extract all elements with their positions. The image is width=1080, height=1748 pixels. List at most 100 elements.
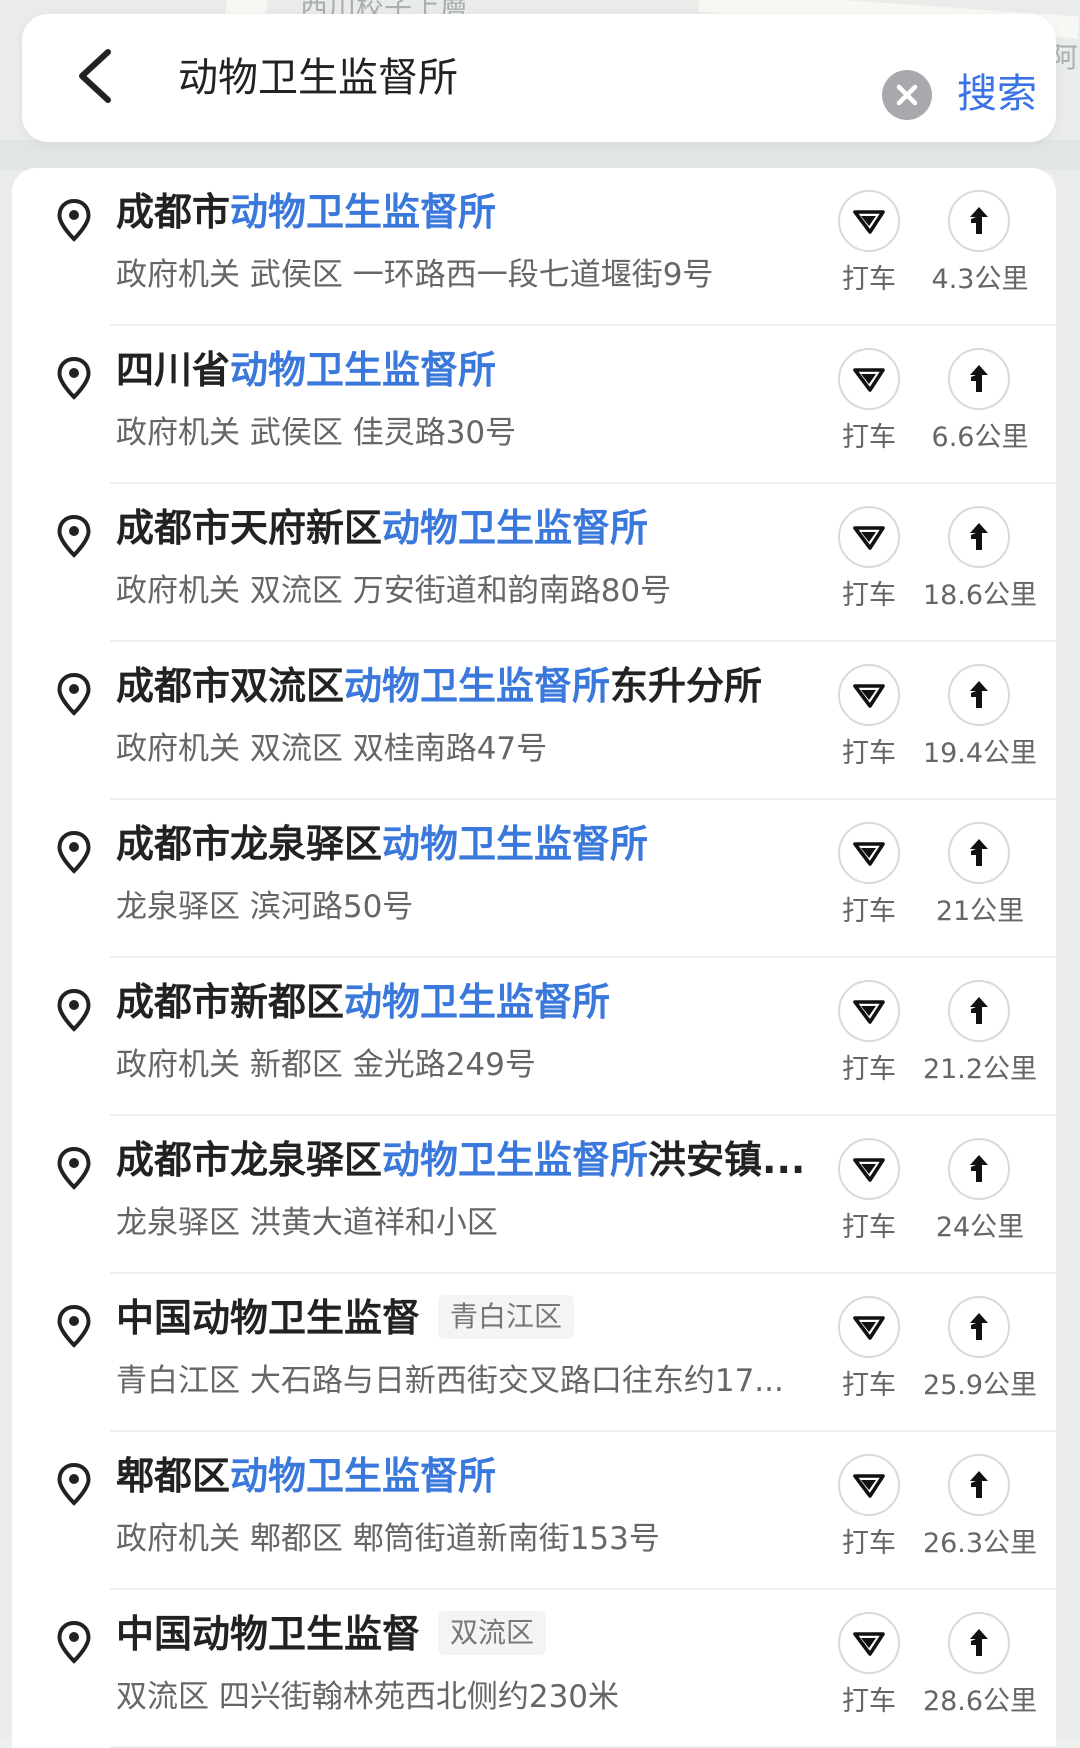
search-input[interactable] (154, 38, 858, 118)
result-row[interactable]: 郫都区动物卫生监督所 政府机关 郫都区 郫筒街道新南街153号 打车 26.3公… (12, 1432, 1056, 1590)
result-title: 成都市龙泉驿区动物卫生监督所洪安镇... (116, 1132, 826, 1188)
result-subtitle: 政府机关 郫都区 郫筒街道新南街153号 (116, 1521, 660, 1557)
result-title: 中国动物卫生监督 双流区 (116, 1606, 826, 1662)
result-subtitle: 政府机关 武侯区 一环路西一段七道堰街9号 (116, 257, 714, 293)
taxi-button[interactable] (838, 506, 900, 568)
result-row[interactable]: 成都市新都区动物卫生监督所 政府机关 新都区 金光路249号 打车 21.2公里 (12, 958, 1056, 1116)
navigate-button[interactable] (948, 664, 1010, 726)
result-title: 成都市新都区动物卫生监督所 (116, 974, 826, 1030)
taxi-icon (853, 1316, 885, 1340)
clear-button[interactable] (882, 70, 932, 120)
navigate-turn-icon (970, 1471, 988, 1498)
taxi-icon (853, 1474, 885, 1498)
distance-label: 21公里 (935, 896, 1025, 927)
result-subtitle: 政府机关 武侯区 佳灵路30号 (116, 415, 517, 451)
result-subtitle: 青白江区 大石路与日新西街交叉路口往东约17... (116, 1363, 784, 1399)
taxi-label: 打车 (842, 422, 896, 453)
result-title-prefix: 郫都区 (116, 1454, 231, 1498)
taxi-label: 打车 (842, 1528, 896, 1559)
taxi-icon (853, 842, 885, 866)
navigate-button[interactable] (948, 506, 1010, 568)
result-title-highlight: 动物卫生监督所 (230, 190, 497, 234)
result-title-prefix: 成都市双流区 (116, 664, 345, 708)
result-row[interactable]: 成都市双流区动物卫生监督所东升分所 政府机关 双流区 双桂南路47号 打车 19… (12, 642, 1056, 800)
result-title-prefix: 成都市龙泉驿区 (116, 822, 383, 866)
result-row[interactable]: 成都市龙泉驿区动物卫生监督所 龙泉驿区 滨河路50号 打车 21公里 (12, 800, 1056, 958)
navigate-turn-icon (970, 207, 988, 234)
taxi-button[interactable] (838, 822, 900, 884)
region-tag: 青白江区 (438, 1294, 575, 1339)
distance-label: 28.6公里 (922, 1686, 1038, 1717)
location-pin-icon (57, 514, 91, 558)
search-bar: 搜索 (22, 14, 1056, 142)
distance-label: 25.9公里 (922, 1370, 1038, 1401)
result-row[interactable]: 成都市龙泉驿区动物卫生监督所洪安镇... 龙泉驿区 洪黄大道祥和小区 打车 24… (12, 1116, 1056, 1274)
distance-label: 18.6公里 (922, 580, 1038, 611)
result-subtitle: 政府机关 新都区 金光路249号 (116, 1047, 536, 1083)
taxi-label: 打车 (842, 264, 896, 295)
taxi-button[interactable] (838, 664, 900, 726)
result-title: 中国动物卫生监督 青白江区 (116, 1290, 826, 1346)
navigate-turn-icon (970, 1629, 988, 1656)
distance-label: 6.6公里 (931, 422, 1029, 453)
navigate-turn-icon (970, 681, 988, 708)
taxi-label: 打车 (842, 1686, 896, 1717)
location-pin-icon (57, 1620, 91, 1664)
taxi-label: 打车 (842, 1212, 896, 1243)
navigate-button[interactable] (948, 1454, 1010, 1516)
results-list: 成都市动物卫生监督所 政府机关 武侯区 一环路西一段七道堰街9号 打车 4.3公… (12, 168, 1056, 1748)
result-title-highlight: 动物卫生监督所 (382, 506, 649, 550)
taxi-button[interactable] (838, 190, 900, 252)
taxi-icon (853, 1000, 885, 1024)
taxi-button[interactable] (838, 1138, 900, 1200)
taxi-label: 打车 (842, 1054, 896, 1085)
taxi-icon (853, 684, 885, 708)
taxi-label: 打车 (842, 896, 896, 927)
result-title-highlight: 动物卫生监督所 (344, 980, 611, 1024)
navigate-button[interactable] (948, 348, 1010, 410)
result-title: 成都市动物卫生监督所 (116, 184, 826, 240)
navigate-button[interactable] (948, 1296, 1010, 1358)
distance-label: 21.2公里 (922, 1054, 1038, 1085)
navigate-button[interactable] (948, 822, 1010, 884)
location-pin-icon (57, 672, 91, 716)
navigate-button[interactable] (948, 190, 1010, 252)
result-subtitle: 政府机关 双流区 万安街道和韵南路80号 (116, 573, 672, 609)
result-title: 成都市天府新区动物卫生监督所 (116, 500, 826, 556)
location-pin-icon (57, 830, 91, 874)
taxi-label: 打车 (842, 1370, 896, 1401)
result-row[interactable]: 四川省动物卫生监督所 政府机关 武侯区 佳灵路30号 打车 6.6公里 (12, 326, 1056, 484)
taxi-button[interactable] (838, 1296, 900, 1358)
result-row[interactable]: 成都市天府新区动物卫生监督所 政府机关 双流区 万安街道和韵南路80号 打车 1… (12, 484, 1056, 642)
result-title: 成都市龙泉驿区动物卫生监督所 (116, 816, 826, 872)
result-title-prefix: 成都市龙泉驿区 (116, 1138, 383, 1182)
taxi-button[interactable] (838, 980, 900, 1042)
navigate-button[interactable] (948, 1138, 1010, 1200)
result-title-highlight: 动物卫生监督所 (344, 664, 611, 708)
navigate-button[interactable] (948, 980, 1010, 1042)
location-pin-icon (57, 1462, 91, 1506)
taxi-button[interactable] (838, 1612, 900, 1674)
clear-x-icon (896, 84, 918, 106)
result-title-prefix: 成都市新都区 (116, 980, 345, 1024)
result-row[interactable]: 成都市动物卫生监督所 政府机关 武侯区 一环路西一段七道堰街9号 打车 4.3公… (12, 168, 1056, 326)
result-title-highlight: 动物卫生监督所 (382, 822, 649, 866)
result-title: 成都市双流区动物卫生监督所东升分所 (116, 658, 826, 714)
location-pin-icon (57, 1304, 91, 1348)
taxi-button[interactable] (838, 1454, 900, 1516)
result-title-prefix: 成都市天府新区 (116, 506, 383, 550)
result-title-prefix: 四川省 (116, 348, 231, 392)
navigate-button[interactable] (948, 1612, 1010, 1674)
result-row[interactable]: 中国动物卫生监督 双流区 双流区 四兴街翰林苑西北侧约230米 打车 28.6公里 (12, 1590, 1056, 1748)
navigate-turn-icon (970, 1313, 988, 1340)
result-subtitle: 龙泉驿区 洪黄大道祥和小区 (116, 1205, 498, 1241)
taxi-button[interactable] (838, 348, 900, 410)
search-button[interactable]: 搜索 (957, 64, 1057, 124)
navigate-turn-icon (970, 997, 988, 1024)
location-pin-icon (57, 356, 91, 400)
back-button[interactable] (62, 44, 126, 108)
result-row[interactable]: 中国动物卫生监督 青白江区 青白江区 大石路与日新西街交叉路口往东约17... 打… (12, 1274, 1056, 1432)
taxi-icon (853, 1158, 885, 1182)
result-title-suffix: 东升分所 (610, 664, 763, 708)
result-title-highlight: 动物卫生监督所 (382, 1138, 649, 1182)
